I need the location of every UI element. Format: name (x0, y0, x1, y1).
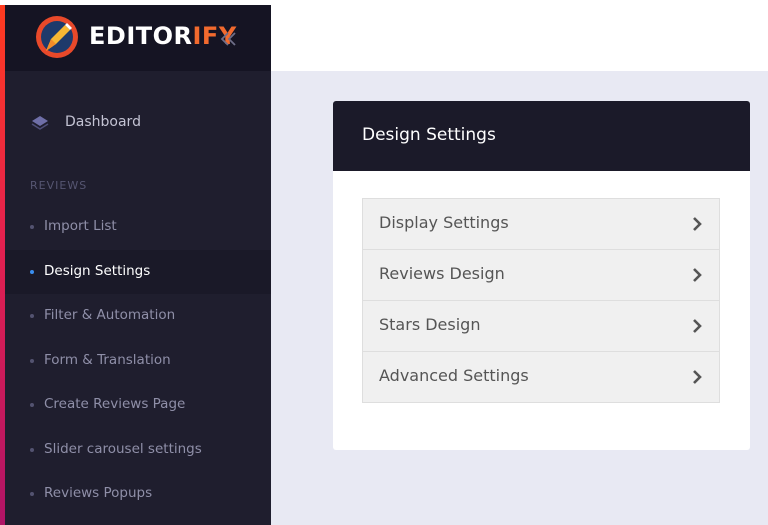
bullet-icon (30, 492, 34, 496)
settings-list: Display Settings Reviews Design Stars De… (362, 198, 720, 403)
app-logo-text: EDITORIFY (89, 22, 237, 50)
sidebar-item-import-list[interactable]: Import List (5, 205, 271, 249)
card-header: Design Settings (333, 101, 750, 171)
chevron-right-icon (693, 268, 702, 282)
sidebar-item-form-translation[interactable]: Form & Translation (5, 339, 271, 383)
bullet-icon (30, 270, 34, 274)
chevron-right-icon (693, 319, 702, 333)
settings-row-label: Stars Design (379, 315, 481, 334)
layers-icon (31, 116, 49, 130)
sidebar-item-dashboard[interactable]: Dashboard (5, 105, 271, 139)
sidebar-item-label: Slider carousel settings (44, 441, 202, 457)
bullet-icon (30, 225, 34, 229)
sidebar-item-slider-carousel-settings[interactable]: Slider carousel settings (5, 428, 271, 472)
design-settings-card: Design Settings Display Settings Reviews… (333, 101, 750, 450)
chevron-right-icon (693, 370, 702, 384)
settings-row-display-settings[interactable]: Display Settings (362, 198, 720, 250)
bullet-icon (30, 448, 34, 452)
sidebar-item-label: Design Settings (44, 263, 151, 279)
sidebar-item-create-reviews-page[interactable]: Create Reviews Page (5, 383, 271, 427)
sidebar-item-design-settings[interactable]: Design Settings (5, 250, 271, 294)
settings-row-stars-design[interactable]: Stars Design (362, 300, 720, 352)
sidebar-item-label: Create Reviews Page (44, 396, 186, 412)
sidebar-item-label: Filter & Automation (44, 307, 176, 323)
sidebar-header: EDITORIFY (5, 5, 271, 71)
sidebar-section-title: REVIEWS (30, 179, 88, 192)
logo-text-main: EDITOR (89, 22, 193, 50)
bullet-icon (30, 314, 34, 318)
settings-row-label: Reviews Design (379, 264, 505, 283)
settings-row-label: Display Settings (379, 213, 509, 232)
sidebar-item-filter-automation[interactable]: Filter & Automation (5, 294, 271, 338)
sidebar-item-label: Dashboard (65, 114, 141, 130)
sidebar-item-label: Import List (44, 218, 117, 234)
settings-row-advanced-settings[interactable]: Advanced Settings (362, 351, 720, 403)
settings-row-label: Advanced Settings (379, 366, 529, 385)
pencil-logo-icon (36, 16, 78, 58)
sidebar-item-label: Reviews Popups (44, 485, 153, 501)
bullet-icon (30, 403, 34, 407)
sidebar: EDITORIFY Dashboard REVIEWS Import List … (5, 5, 271, 525)
settings-row-reviews-design[interactable]: Reviews Design (362, 249, 720, 301)
top-bar (271, 5, 768, 71)
card-title: Design Settings (362, 125, 496, 145)
double-chevron-left-icon[interactable] (219, 31, 237, 47)
sidebar-item-label: Form & Translation (44, 352, 171, 368)
sidebar-item-reviews-popups[interactable]: Reviews Popups (5, 472, 271, 516)
chevron-right-icon (693, 217, 702, 231)
bullet-icon (30, 359, 34, 363)
